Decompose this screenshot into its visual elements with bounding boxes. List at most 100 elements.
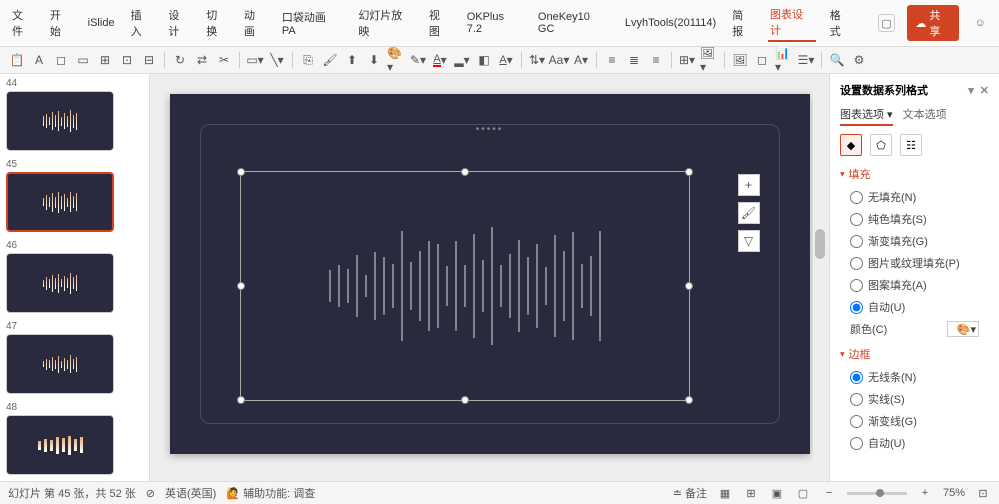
tool-rotate-icon[interactable]: ↻ (171, 51, 189, 69)
thumbnail-46[interactable] (6, 253, 114, 313)
tool-rect-icon[interactable]: ▭▾ (246, 51, 264, 69)
vertical-scrollbar[interactable] (813, 74, 827, 461)
tool-align-left-icon[interactable]: ≡ (603, 51, 621, 69)
menu-design[interactable]: 设计 (166, 5, 192, 41)
border-gradient[interactable]: 渐变线(G) (850, 410, 989, 432)
tool-paste-icon[interactable]: 📋 (8, 51, 26, 69)
tool-flip-icon[interactable]: ⇄ (193, 51, 211, 69)
slide-counter[interactable]: 幻灯片 第 45 张，共 52 张 (8, 485, 136, 501)
comments-icon[interactable]: ☺ (971, 14, 989, 32)
menu-transition[interactable]: 切换 (204, 5, 230, 41)
menu-islide[interactable]: iSlide (86, 15, 117, 31)
scroll-thumb[interactable] (815, 229, 825, 259)
normal-view-icon[interactable]: ▦ (717, 485, 733, 501)
share-button[interactable]: ☁共享 (907, 5, 959, 41)
fill-auto[interactable]: 自动(U) (850, 296, 989, 318)
tool-highlight-icon[interactable]: ▂▾ (453, 51, 471, 69)
tool-distribute-icon[interactable]: ⊡ (118, 51, 136, 69)
tool-spacing-icon[interactable]: ⇅▾ (528, 51, 546, 69)
resize-handle-br[interactable] (685, 396, 693, 404)
fill-solid[interactable]: 纯色填充(S) (850, 208, 989, 230)
reading-view-icon[interactable]: ▣ (769, 485, 785, 501)
zoom-value[interactable]: 75% (943, 487, 965, 499)
fill-picture[interactable]: 图片或纹理填充(P) (850, 252, 989, 274)
menu-pocket-anim[interactable]: 口袋动画 PA (280, 7, 344, 39)
thumbnail-44[interactable] (6, 91, 114, 151)
slide[interactable]: ••••• + 🖌 ▽ (170, 94, 810, 454)
tab-text-options[interactable]: 文本选项 (903, 106, 947, 126)
tool-fill-icon[interactable]: 🎨▾ (387, 51, 405, 69)
chart-style-button[interactable]: 🖌 (738, 202, 760, 224)
menu-home[interactable]: 开始 (48, 5, 74, 41)
menu-lvyhtools[interactable]: LvyhTools(201114) (623, 15, 718, 31)
menu-onekey[interactable]: OneKey10 GC (536, 9, 611, 37)
fill-none[interactable]: 无填充(N) (850, 186, 989, 208)
zoom-out-icon[interactable]: − (821, 485, 837, 501)
menu-animation[interactable]: 动画 (242, 5, 268, 41)
effects-icon[interactable]: ⬠ (870, 134, 892, 156)
resize-handle-bc[interactable] (461, 396, 469, 404)
tool-line-icon[interactable]: ╲▾ (268, 51, 286, 69)
fill-pattern[interactable]: 图案填充(A) (850, 274, 989, 296)
sorter-view-icon[interactable]: ⊞ (743, 485, 759, 501)
tool-group-icon[interactable]: ⊟ (140, 51, 158, 69)
thumbnail-47[interactable] (6, 334, 114, 394)
menu-slideshow[interactable]: 幻灯片放映 (356, 5, 415, 41)
panel-close-icon[interactable]: ✕ (980, 84, 989, 97)
border-none[interactable]: 无线条(N) (850, 366, 989, 388)
size-props-icon[interactable]: ☷ (900, 134, 922, 156)
fill-line-icon[interactable]: ◆ (840, 134, 862, 156)
menu-view[interactable]: 视图 (427, 5, 453, 41)
rotate-handle[interactable] (461, 168, 469, 176)
thumbnail-45[interactable] (6, 172, 114, 232)
tool-case-icon[interactable]: Aa▾ (550, 51, 568, 69)
zoom-in-icon[interactable]: + (917, 485, 933, 501)
tool-table-icon[interactable]: ⊞▾ (678, 51, 696, 69)
menu-insert[interactable]: 插入 (129, 5, 155, 41)
thumbnail-48[interactable] (6, 415, 114, 475)
tool-chart-icon[interactable]: ▭ (74, 51, 92, 69)
present-icon[interactable]: ▢ (878, 14, 896, 32)
language-label[interactable]: 英语(英国) (165, 485, 216, 501)
tool-back-icon[interactable]: ⬇ (365, 51, 383, 69)
chart-selection[interactable] (240, 171, 690, 401)
tool-align-center-icon[interactable]: ≣ (625, 51, 643, 69)
menu-chart-design[interactable]: 图表设计 (768, 4, 816, 42)
menu-brief[interactable]: 简报 (730, 5, 756, 41)
tab-chart-options[interactable]: 图表选项 ▾ (840, 106, 893, 126)
zoom-thumb[interactable] (876, 489, 884, 497)
tool-style-icon[interactable]: A▾ (572, 51, 590, 69)
resize-handle-bl[interactable] (237, 396, 245, 404)
tool-insert-chart-icon[interactable]: 📊▾ (775, 51, 793, 69)
tool-front-icon[interactable]: ⬆ (343, 51, 361, 69)
zoom-slider[interactable] (847, 492, 907, 495)
tool-bullets-icon[interactable]: ☰▾ (797, 51, 815, 69)
chart-add-element-button[interactable]: + (738, 174, 760, 196)
notes-button[interactable]: ≐ 备注 (673, 485, 707, 501)
chart-filter-button[interactable]: ▽ (738, 230, 760, 252)
tool-insert-shape-icon[interactable]: ◻ (753, 51, 771, 69)
tool-format-painter-icon[interactable]: 🖌 (321, 51, 339, 69)
border-solid[interactable]: 实线(S) (850, 388, 989, 410)
tool-text-icon[interactable]: A (30, 51, 48, 69)
menu-file[interactable]: 文件 (10, 5, 36, 41)
panel-dropdown-icon[interactable]: ▾ (968, 84, 974, 97)
menu-okplus[interactable]: OKPlus 7.2 (465, 9, 524, 37)
fit-window-icon[interactable]: ⊡ (975, 485, 991, 501)
resize-handle-rc[interactable] (685, 282, 693, 290)
resize-handle-tl[interactable] (237, 168, 245, 176)
tool-font-fill-icon[interactable]: A▾ (497, 51, 515, 69)
tool-font-color-icon[interactable]: A▾ (431, 51, 449, 69)
tool-copy-icon[interactable]: ⎘ (299, 51, 317, 69)
tool-align-icon[interactable]: ⊞ (96, 51, 114, 69)
slideshow-view-icon[interactable]: ▢ (795, 485, 811, 501)
accessibility-label[interactable]: 🙋 辅助功能: 调查 (226, 485, 315, 501)
resize-handle-lc[interactable] (237, 282, 245, 290)
tool-outline-icon[interactable]: ✎▾ (409, 51, 427, 69)
tool-pic-icon[interactable]: 🖼▾ (700, 51, 718, 69)
menu-format[interactable]: 格式 (828, 5, 854, 41)
tool-settings-icon[interactable]: ⚙ (850, 51, 868, 69)
tool-find-icon[interactable]: 🔍 (828, 51, 846, 69)
tool-align-right-icon[interactable]: ≡ (647, 51, 665, 69)
color-picker[interactable]: 🎨▾ (947, 321, 979, 337)
